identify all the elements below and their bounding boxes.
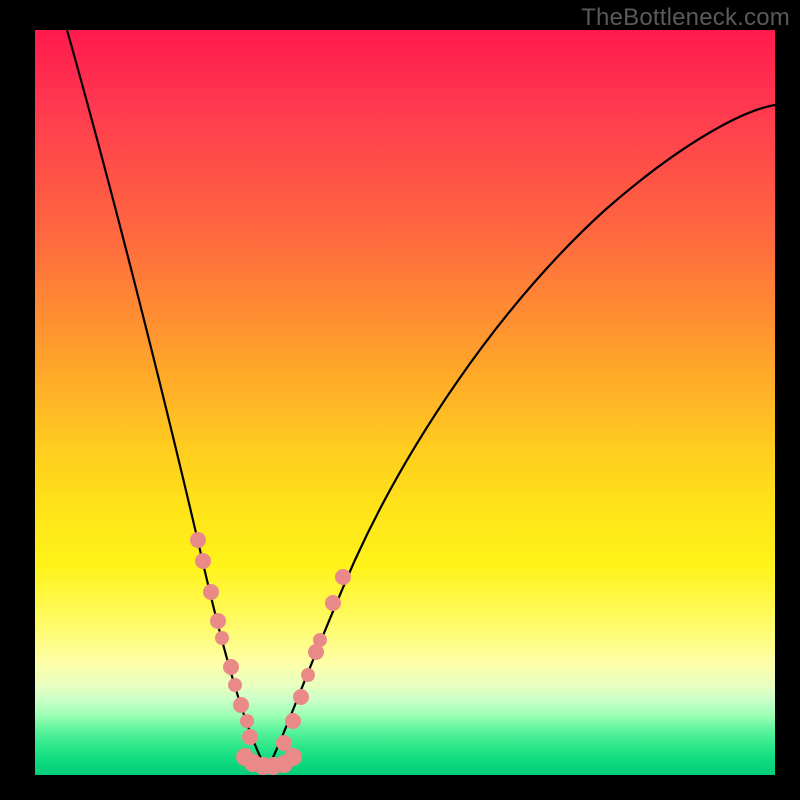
- plot-area: [35, 30, 775, 775]
- data-dots: [190, 532, 351, 775]
- right-curve: [267, 105, 775, 770]
- chart-svg: [35, 30, 775, 775]
- watermark-text: TheBottleneck.com: [581, 4, 790, 32]
- outer-frame: TheBottleneck.com: [0, 0, 800, 800]
- left-curve: [67, 30, 267, 770]
